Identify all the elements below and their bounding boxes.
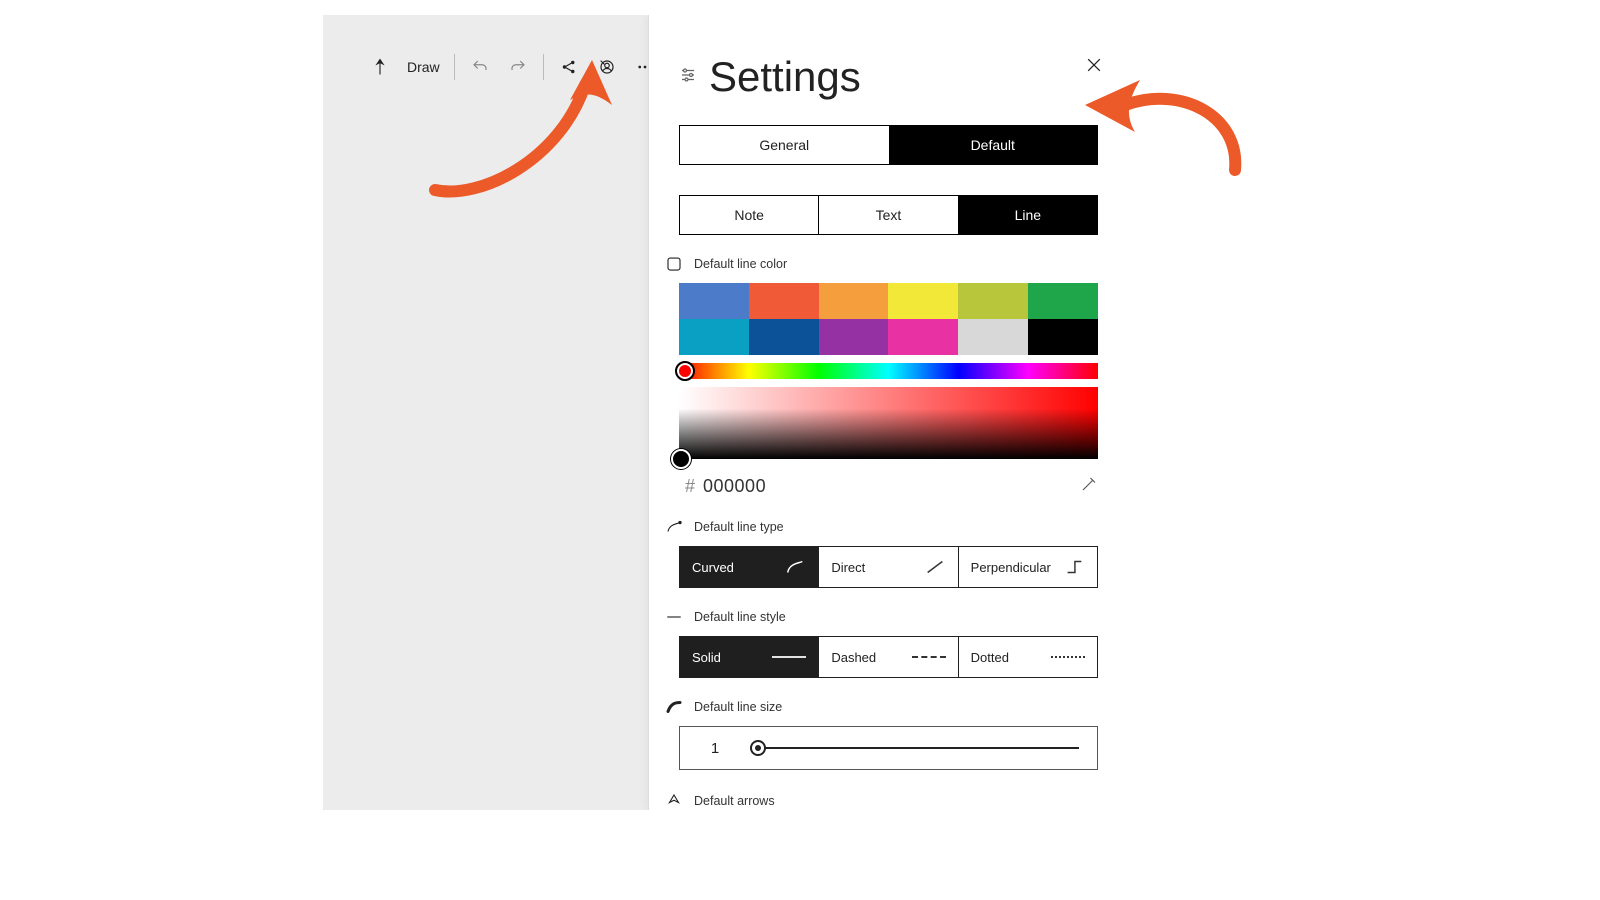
settings-panel: Settings General Default Note Text Line … xyxy=(648,15,1128,810)
swatch[interactable] xyxy=(1028,319,1098,355)
toolbar-separator xyxy=(454,54,455,80)
line-type-options: Curved Direct Perpendicular xyxy=(679,546,1098,588)
option-perpendicular[interactable]: Perpendicular xyxy=(958,547,1097,587)
line-size-label-row: Default line size xyxy=(664,698,1098,716)
main-tabs: General Default xyxy=(679,125,1098,165)
tab-default[interactable]: Default xyxy=(889,126,1098,164)
eyedropper-button[interactable] xyxy=(1080,475,1098,498)
swatch[interactable] xyxy=(888,319,958,355)
line-size-slider[interactable] xyxy=(750,747,1079,749)
collaborate-button[interactable] xyxy=(590,50,624,84)
swatch[interactable] xyxy=(1028,283,1098,319)
swatch[interactable] xyxy=(958,283,1028,319)
toolbar-separator xyxy=(543,54,544,80)
tab-note[interactable]: Note xyxy=(680,196,818,234)
swatch[interactable] xyxy=(819,319,889,355)
hue-slider[interactable] xyxy=(679,363,1098,379)
curve-icon xyxy=(664,518,684,536)
undo-button[interactable] xyxy=(463,50,497,84)
line-color-label: Default line color xyxy=(694,257,787,271)
curve-glyph-icon xyxy=(784,556,806,578)
close-button[interactable] xyxy=(1080,51,1108,79)
color-swatches xyxy=(679,283,1098,355)
swatch[interactable] xyxy=(679,283,749,319)
option-dotted[interactable]: Dotted xyxy=(958,637,1097,677)
solid-glyph-icon xyxy=(772,655,806,659)
slider-thumb[interactable] xyxy=(750,740,766,756)
line-type-label: Default line type xyxy=(694,520,784,534)
saturation-value-picker[interactable] xyxy=(679,387,1098,459)
swatch[interactable] xyxy=(679,319,749,355)
swatch[interactable] xyxy=(749,283,819,319)
line-size-control: 1 xyxy=(679,726,1098,770)
option-solid[interactable]: Solid xyxy=(680,637,818,677)
swatch[interactable] xyxy=(958,319,1028,355)
app-logo-icon xyxy=(363,50,397,84)
arrows-label-row: Default arrows xyxy=(664,792,1098,810)
option-curved[interactable]: Curved xyxy=(680,547,818,587)
panel-title: Settings xyxy=(709,53,861,101)
toolbar: Draw xyxy=(363,43,662,91)
settings-sliders-icon xyxy=(679,66,701,88)
direct-glyph-icon xyxy=(924,556,946,578)
option-dashed[interactable]: Dashed xyxy=(818,637,957,677)
sv-thumb[interactable] xyxy=(671,449,691,469)
tab-line[interactable]: Line xyxy=(958,196,1097,234)
swatch[interactable] xyxy=(888,283,958,319)
draw-label: Draw xyxy=(407,59,440,75)
hue-thumb[interactable] xyxy=(675,361,695,381)
arrow-up-icon xyxy=(664,792,684,810)
arrows-label: Default arrows xyxy=(694,794,775,808)
dashed-glyph-icon xyxy=(912,656,946,658)
line-icon xyxy=(664,608,684,626)
swatch[interactable] xyxy=(749,319,819,355)
line-style-options: Solid Dashed Dotted xyxy=(679,636,1098,678)
hex-value[interactable]: 000000 xyxy=(703,476,766,497)
sub-tabs: Note Text Line xyxy=(679,195,1098,235)
line-type-label-row: Default line type xyxy=(664,518,1098,536)
line-size-value[interactable]: 1 xyxy=(680,740,750,757)
thickness-icon xyxy=(664,698,684,716)
tab-general[interactable]: General xyxy=(680,126,889,164)
dotted-glyph-icon xyxy=(1051,656,1085,658)
line-style-label: Default line style xyxy=(694,610,786,624)
line-color-label-row: Default line color xyxy=(664,255,1098,273)
square-icon xyxy=(664,255,684,273)
line-style-label-row: Default line style xyxy=(664,608,1098,626)
redo-button[interactable] xyxy=(501,50,535,84)
option-direct[interactable]: Direct xyxy=(818,547,957,587)
share-button[interactable] xyxy=(552,50,586,84)
draw-button[interactable]: Draw xyxy=(401,50,446,84)
hex-hash-icon: # xyxy=(685,476,695,497)
app-frame: Draw Settings Ge xyxy=(323,15,1128,810)
tab-text[interactable]: Text xyxy=(818,196,957,234)
line-size-label: Default line size xyxy=(694,700,782,714)
swatch[interactable] xyxy=(819,283,889,319)
perpendicular-glyph-icon xyxy=(1063,556,1085,578)
hex-input-row: # 000000 xyxy=(679,475,1098,498)
panel-header: Settings xyxy=(679,15,1098,101)
